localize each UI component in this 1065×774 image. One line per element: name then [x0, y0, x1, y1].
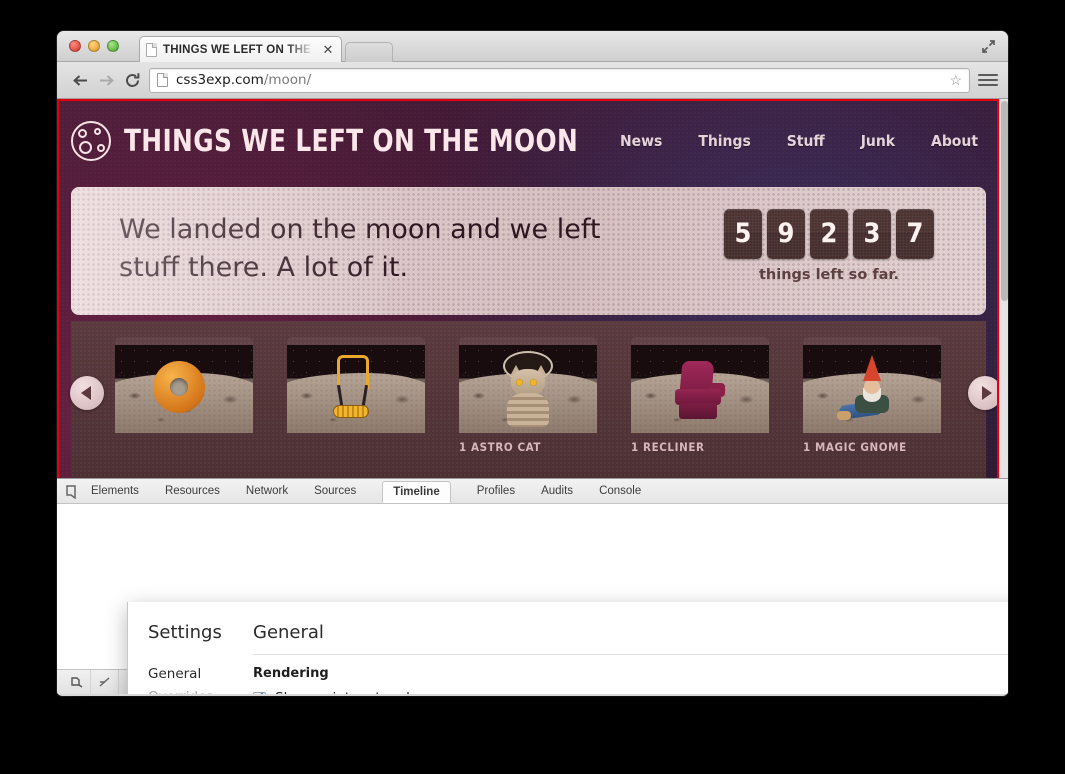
carousel-item[interactable] — [287, 337, 425, 454]
things-counter: 5 9 2 3 7 things left so far. — [724, 209, 934, 283]
lawn-mower-icon — [331, 355, 377, 419]
item-thumbnail — [803, 345, 941, 433]
chevron-left-icon — [80, 386, 91, 400]
tab-close-icon[interactable]: ✕ — [321, 42, 335, 57]
item-label: 1 RECLINER — [631, 440, 705, 454]
settings-nav-overrides[interactable]: Overrides — [148, 689, 253, 694]
hero-banner: We landed on the moon and we left stuff … — [71, 187, 986, 315]
recliner-icon — [671, 361, 729, 423]
setting-row[interactable]: Show paint rectangles — [253, 689, 511, 694]
devtools-tab-network[interactable]: Network — [246, 485, 288, 497]
setting-label[interactable]: Show paint rectangles — [275, 690, 425, 694]
devtools-tab-elements[interactable]: Elements — [91, 485, 139, 497]
inspect-element-icon[interactable] — [65, 484, 80, 500]
carousel-next-button[interactable] — [968, 376, 1002, 410]
item-thumbnail — [115, 345, 253, 433]
settings-nav: General Overrides Shortcuts — [148, 655, 253, 694]
devtools-tab-console[interactable]: Console — [599, 485, 641, 497]
browser-toolbar: css3exp.com/moon/ ☆ — [57, 62, 1008, 99]
browser-menu-button[interactable] — [978, 70, 998, 90]
show-paint-rectangles-checkbox[interactable] — [253, 689, 266, 694]
screen: THINGS WE LEFT ON THE M ✕ css3exp.com/mo… — [0, 0, 1065, 774]
maximize-window-button[interactable] — [107, 40, 119, 52]
reload-button[interactable] — [119, 67, 145, 93]
counter-digit: 9 — [767, 209, 805, 259]
site-logo[interactable]: THINGS WE LEFT ON THE MOON — [71, 121, 618, 161]
carousel-item[interactable]: 1 RECLINER — [631, 337, 769, 454]
carousel-item[interactable]: 1 ASTRO CAT — [459, 337, 597, 454]
new-tab-button[interactable] — [345, 42, 393, 62]
browser-window: THINGS WE LEFT ON THE M ✕ css3exp.com/mo… — [57, 31, 1008, 696]
nav-item-stuff[interactable]: Stuff — [787, 132, 825, 150]
item-label: 1 ASTRO CAT — [459, 440, 542, 454]
counter-digit: 5 — [724, 209, 762, 259]
counter-digit: 3 — [853, 209, 891, 259]
settings-title: Settings — [148, 622, 222, 643]
settings-pane: Rendering Show paint rectangles Show FPS… — [253, 655, 511, 694]
back-button[interactable] — [67, 67, 93, 93]
window-controls — [69, 40, 119, 52]
counter-digit: 7 — [896, 209, 934, 259]
counter-caption: things left so far. — [758, 267, 900, 283]
nav-item-news[interactable]: News — [620, 132, 662, 150]
page-info-icon — [157, 73, 168, 87]
item-carousel: 1 ASTRO CAT 1 RECLINER 1 MAGIC GNOME — [70, 321, 1002, 481]
page-viewport: THINGS WE LEFT ON THE MOON News Things S… — [57, 99, 1008, 694]
devtools-tab-audits[interactable]: Audits — [541, 485, 573, 497]
record-icon[interactable] — [63, 670, 91, 694]
settings-dialog: Settings General General Overrides Short… — [127, 602, 1008, 694]
forward-button[interactable] — [93, 67, 119, 93]
site-title: THINGS WE LEFT ON THE MOON — [124, 123, 579, 159]
browser-tab[interactable]: THINGS WE LEFT ON THE M ✕ — [139, 36, 342, 62]
devtools-tab-profiles[interactable]: Profiles — [477, 485, 515, 497]
fullscreen-icon[interactable] — [980, 38, 997, 55]
url-text: css3exp.com/moon/ — [176, 72, 311, 88]
url-host: css3exp.com — [176, 72, 264, 88]
devtools-tabbar: Elements Resources Network Sources Timel… — [57, 479, 1008, 504]
url-path: /moon/ — [263, 72, 312, 88]
chevron-right-icon — [981, 386, 992, 400]
nav-item-about[interactable]: About — [931, 132, 978, 150]
carousel-item[interactable]: 1 MAGIC GNOME — [803, 337, 941, 454]
counter-digit: 2 — [810, 209, 848, 259]
settings-nav-general[interactable]: General — [148, 666, 253, 682]
tab-title: THINGS WE LEFT ON THE M — [163, 43, 321, 56]
clear-icon[interactable] — [91, 670, 119, 694]
bagel-icon — [153, 361, 205, 413]
settings-section-title: General — [253, 622, 324, 643]
site-header: THINGS WE LEFT ON THE MOON News Things S… — [57, 99, 1008, 181]
nav-item-junk[interactable]: Junk — [861, 132, 895, 150]
item-thumbnail — [631, 345, 769, 433]
item-thumbnail — [459, 345, 597, 433]
window-titlebar: THINGS WE LEFT ON THE M ✕ — [57, 31, 1008, 62]
devtools-tab-resources[interactable]: Resources — [165, 485, 220, 497]
nav-item-things[interactable]: Things — [698, 132, 750, 150]
minimize-window-button[interactable] — [88, 40, 100, 52]
devtools-tab-sources[interactable]: Sources — [314, 485, 356, 497]
garden-gnome-icon — [837, 355, 905, 425]
counter-digits: 5 9 2 3 7 — [724, 209, 934, 259]
settings-group-title: Rendering — [253, 666, 329, 681]
address-bar[interactable]: css3exp.com/moon/ ☆ — [149, 67, 970, 93]
hero-headline: We landed on the moon and we left stuff … — [119, 214, 601, 284]
bookmark-star-icon[interactable]: ☆ — [949, 72, 962, 89]
settings-header: Settings General — [128, 602, 1008, 643]
devtools-tab-timeline[interactable]: Timeline — [382, 480, 451, 503]
item-label: 1 MAGIC GNOME — [803, 440, 907, 454]
item-thumbnail — [287, 345, 425, 433]
site-nav: News Things Stuff Junk About — [620, 132, 978, 150]
carousel-slides: 1 ASTRO CAT 1 RECLINER 1 MAGIC GNOME — [115, 337, 941, 454]
moon-icon — [71, 121, 111, 161]
carousel-prev-button[interactable] — [70, 376, 104, 410]
page-favicon-icon — [146, 42, 157, 57]
close-window-button[interactable] — [69, 40, 81, 52]
carousel-item[interactable] — [115, 337, 253, 454]
astro-cat-icon — [499, 351, 557, 427]
